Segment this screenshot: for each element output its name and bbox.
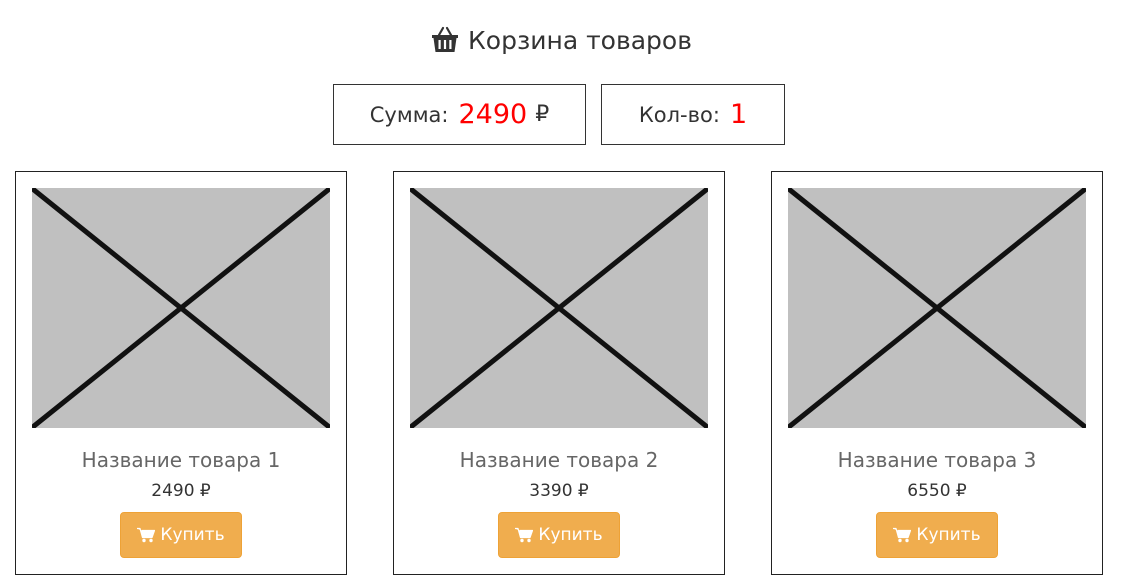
basket-icon [430, 26, 460, 54]
shopping-cart-icon [893, 527, 912, 543]
buy-button[interactable]: Купить [120, 512, 242, 558]
shopping-cart-icon [137, 527, 156, 543]
buy-button-label: Купить [160, 525, 225, 545]
buy-button-label: Купить [916, 525, 981, 545]
sum-label: Сумма: [369, 102, 449, 127]
page-title: Корзина товаров [468, 25, 692, 55]
product-name: Название товара 1 [81, 448, 281, 472]
product-name: Название товара 3 [837, 448, 1037, 472]
buy-button[interactable]: Купить [876, 512, 998, 558]
cart-quantity-box: Кол-во: 1 [601, 84, 785, 145]
product-price: 2490 ₽ [151, 481, 211, 501]
cart-sum-box: Сумма: 2490 ₽ [333, 84, 586, 145]
shopping-cart-icon [515, 527, 534, 543]
product-image-placeholder [32, 188, 330, 428]
product-card: Название товара 1 2490 ₽ Купить [15, 171, 347, 575]
product-price: 3390 ₽ [529, 481, 589, 501]
page-header: Корзина товаров [0, 22, 1122, 58]
product-image-placeholder [410, 188, 708, 428]
sum-value: 2490 [458, 99, 528, 130]
currency-sign: ₽ [535, 102, 550, 127]
quantity-value: 1 [729, 99, 748, 130]
quantity-label: Кол-во: [638, 102, 720, 127]
product-card: Название товара 3 6550 ₽ Купить [771, 171, 1103, 575]
product-card: Название товара 2 3390 ₽ Купить [393, 171, 725, 575]
buy-button[interactable]: Купить [498, 512, 620, 558]
product-name: Название товара 2 [459, 448, 659, 472]
product-price: 6550 ₽ [907, 481, 967, 501]
buy-button-label: Купить [538, 525, 603, 545]
product-image-placeholder [788, 188, 1086, 428]
